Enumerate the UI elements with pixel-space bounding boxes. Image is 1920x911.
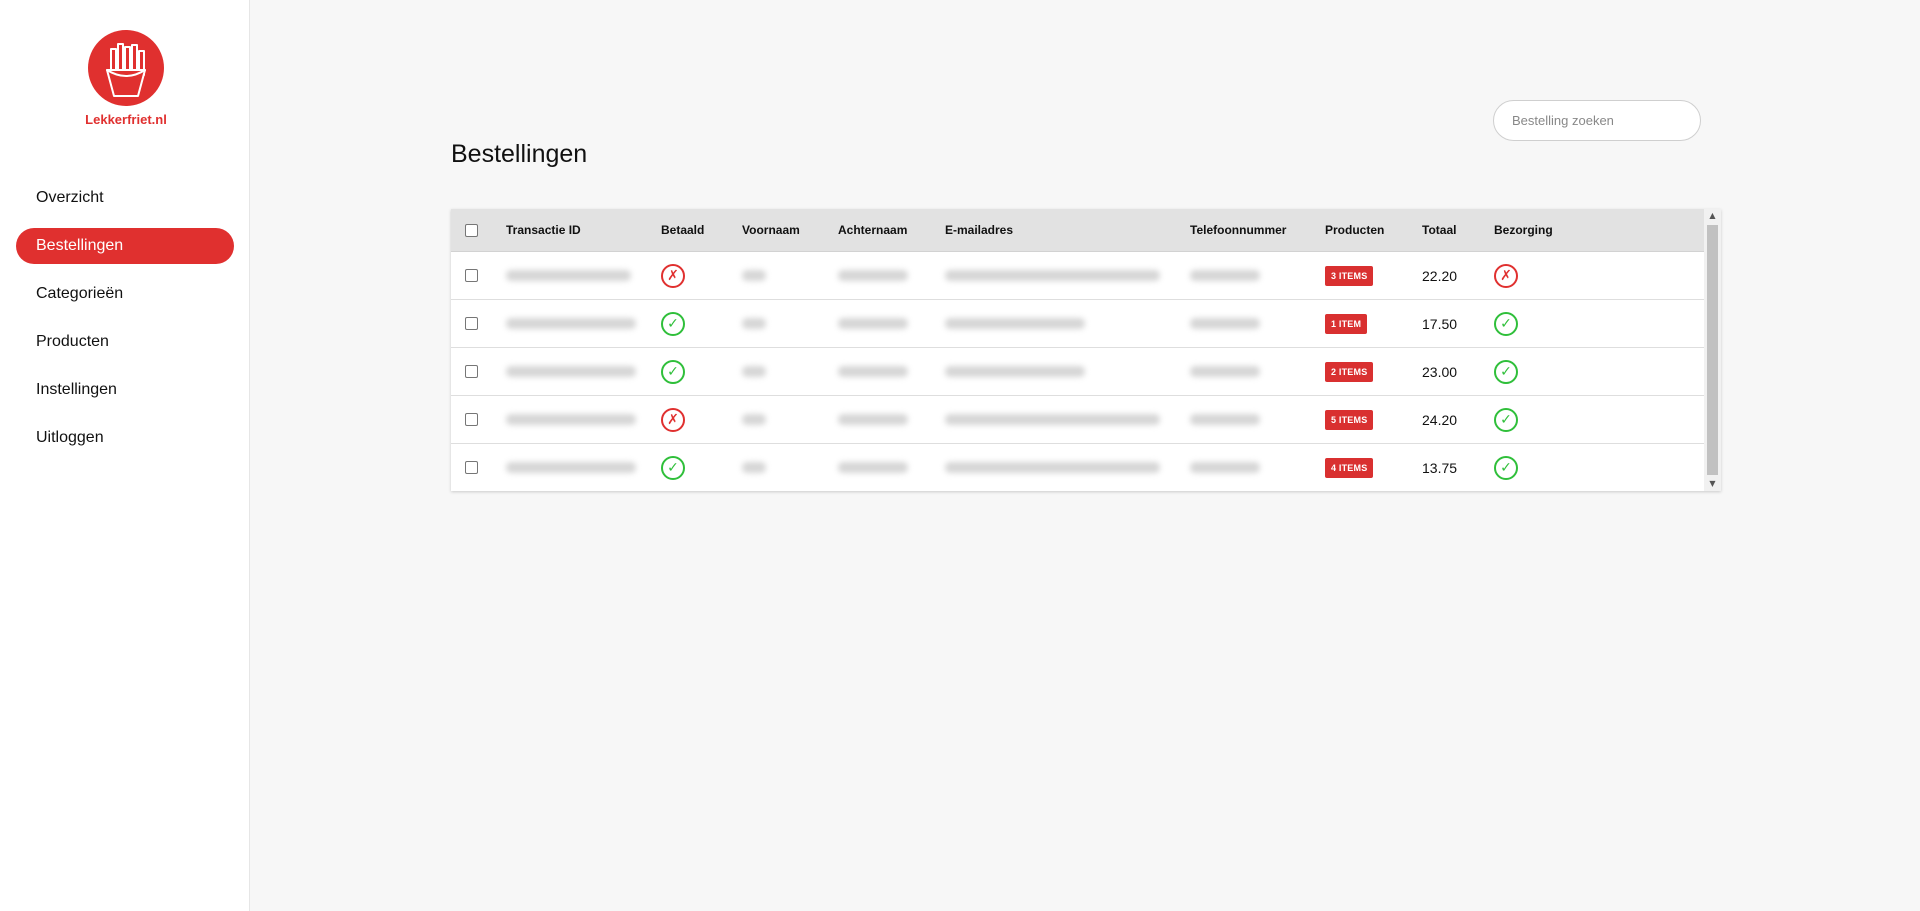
check-circle-icon: ✓ [1494,311,1518,336]
cross-circle-icon: ✗ [661,263,685,288]
row-checkbox[interactable] [465,365,478,378]
check-circle-icon: ✓ [661,455,685,480]
sidebar: Lekkerfriet.nl Overzicht Bestellingen Ca… [0,0,250,911]
cross-circle-icon: ✗ [1494,263,1518,288]
logo-text: Lekkerfriet.nl [85,112,167,127]
order-total: 24.20 [1422,411,1458,428]
scroll-down-arrow-icon[interactable]: ▼ [1704,477,1721,491]
sidebar-item-bestellingen[interactable]: Bestellingen [16,228,234,264]
products-badge[interactable]: 2 ITEMS [1325,361,1374,382]
check-circle-icon: ✓ [661,311,685,336]
row-checkbox[interactable] [465,461,478,474]
column-header-telefoonnummer[interactable]: Telefoonnummer [1190,209,1286,251]
row-checkbox[interactable] [465,413,478,426]
redacted-first-name [742,414,766,425]
sidebar-item-categorieen[interactable]: Categorieën [16,276,234,312]
order-total: 22.20 [1422,267,1458,284]
column-header-producten[interactable]: Producten [1325,209,1384,251]
check-circle-icon: ✓ [1494,455,1518,480]
column-header-emailadres[interactable]: E-mailadres [945,209,1013,251]
column-header-transactie-id[interactable]: Transactie ID [506,209,581,251]
row-checkbox[interactable] [465,317,478,330]
order-total: 23.00 [1422,363,1458,380]
scroll-thumb[interactable] [1707,225,1718,475]
orders-table: Transactie ID Betaald Voornaam Achternaa… [451,209,1721,491]
redacted-transaction-id [506,366,636,377]
redacted-phone [1190,270,1260,281]
table-header: Transactie ID Betaald Voornaam Achternaa… [451,209,1704,252]
redacted-last-name [838,414,908,425]
check-circle-icon: ✓ [661,359,685,384]
products-badge[interactable]: 1 ITEM [1325,313,1368,334]
products-badge[interactable]: 5 ITEMS [1325,409,1374,430]
redacted-transaction-id [506,414,636,425]
redacted-first-name [742,318,766,329]
redacted-transaction-id [506,270,631,281]
sidebar-item-instellingen[interactable]: Instellingen [16,372,234,408]
products-badge[interactable]: 3 ITEMS [1325,265,1374,286]
sidebar-item-overzicht[interactable]: Overzicht [16,180,234,216]
redacted-email [945,462,1160,473]
page-title: Bestellingen [451,140,588,168]
table-scrollbar[interactable]: ▲ ▼ [1704,209,1721,491]
check-circle-icon: ✓ [1494,359,1518,384]
redacted-phone [1190,366,1260,377]
cross-circle-icon: ✗ [661,407,685,432]
redacted-last-name [838,462,908,473]
main-content: Bestellingen Transactie ID Betaald Voorn… [251,0,1920,911]
sidebar-item-producten[interactable]: Producten [16,324,234,360]
scroll-up-arrow-icon[interactable]: ▲ [1704,209,1721,223]
table-row[interactable]: ✗ 3 ITEMS 22.20 ✗ [451,252,1704,300]
redacted-first-name [742,366,766,377]
logo[interactable]: Lekkerfriet.nl [84,30,168,127]
column-header-betaald[interactable]: Betaald [661,209,704,251]
search-input[interactable] [1493,100,1701,141]
products-badge[interactable]: 4 ITEMS [1325,457,1374,478]
redacted-last-name [838,270,908,281]
column-header-achternaam[interactable]: Achternaam [838,209,907,251]
redacted-email [945,318,1085,329]
column-header-bezorging[interactable]: Bezorging [1494,209,1553,251]
redacted-email [945,414,1160,425]
redacted-first-name [742,462,766,473]
table-row[interactable]: ✓ 4 ITEMS 13.75 ✓ [451,444,1704,491]
column-header-totaal[interactable]: Totaal [1422,209,1456,251]
redacted-transaction-id [506,462,636,473]
select-all-checkbox[interactable] [465,223,478,237]
row-checkbox[interactable] [465,269,478,282]
redacted-phone [1190,414,1260,425]
redacted-last-name [838,366,908,377]
redacted-phone [1190,318,1260,329]
redacted-transaction-id [506,318,636,329]
order-total: 17.50 [1422,315,1458,332]
column-header-voornaam[interactable]: Voornaam [742,209,800,251]
table-row[interactable]: ✓ 1 ITEM 17.50 ✓ [451,300,1704,348]
redacted-last-name [838,318,908,329]
redacted-email [945,270,1160,281]
fries-logo-icon [88,30,164,106]
redacted-email [945,366,1085,377]
redacted-first-name [742,270,766,281]
check-circle-icon: ✓ [1494,407,1518,432]
table-row[interactable]: ✓ 2 ITEMS 23.00 ✓ [451,348,1704,396]
sidebar-nav: Overzicht Bestellingen Categorieën Produ… [16,180,234,468]
sidebar-item-uitloggen[interactable]: Uitloggen [16,420,234,456]
table-row[interactable]: ✗ 5 ITEMS 24.20 ✓ [451,396,1704,444]
redacted-phone [1190,462,1260,473]
order-total: 13.75 [1422,459,1458,476]
